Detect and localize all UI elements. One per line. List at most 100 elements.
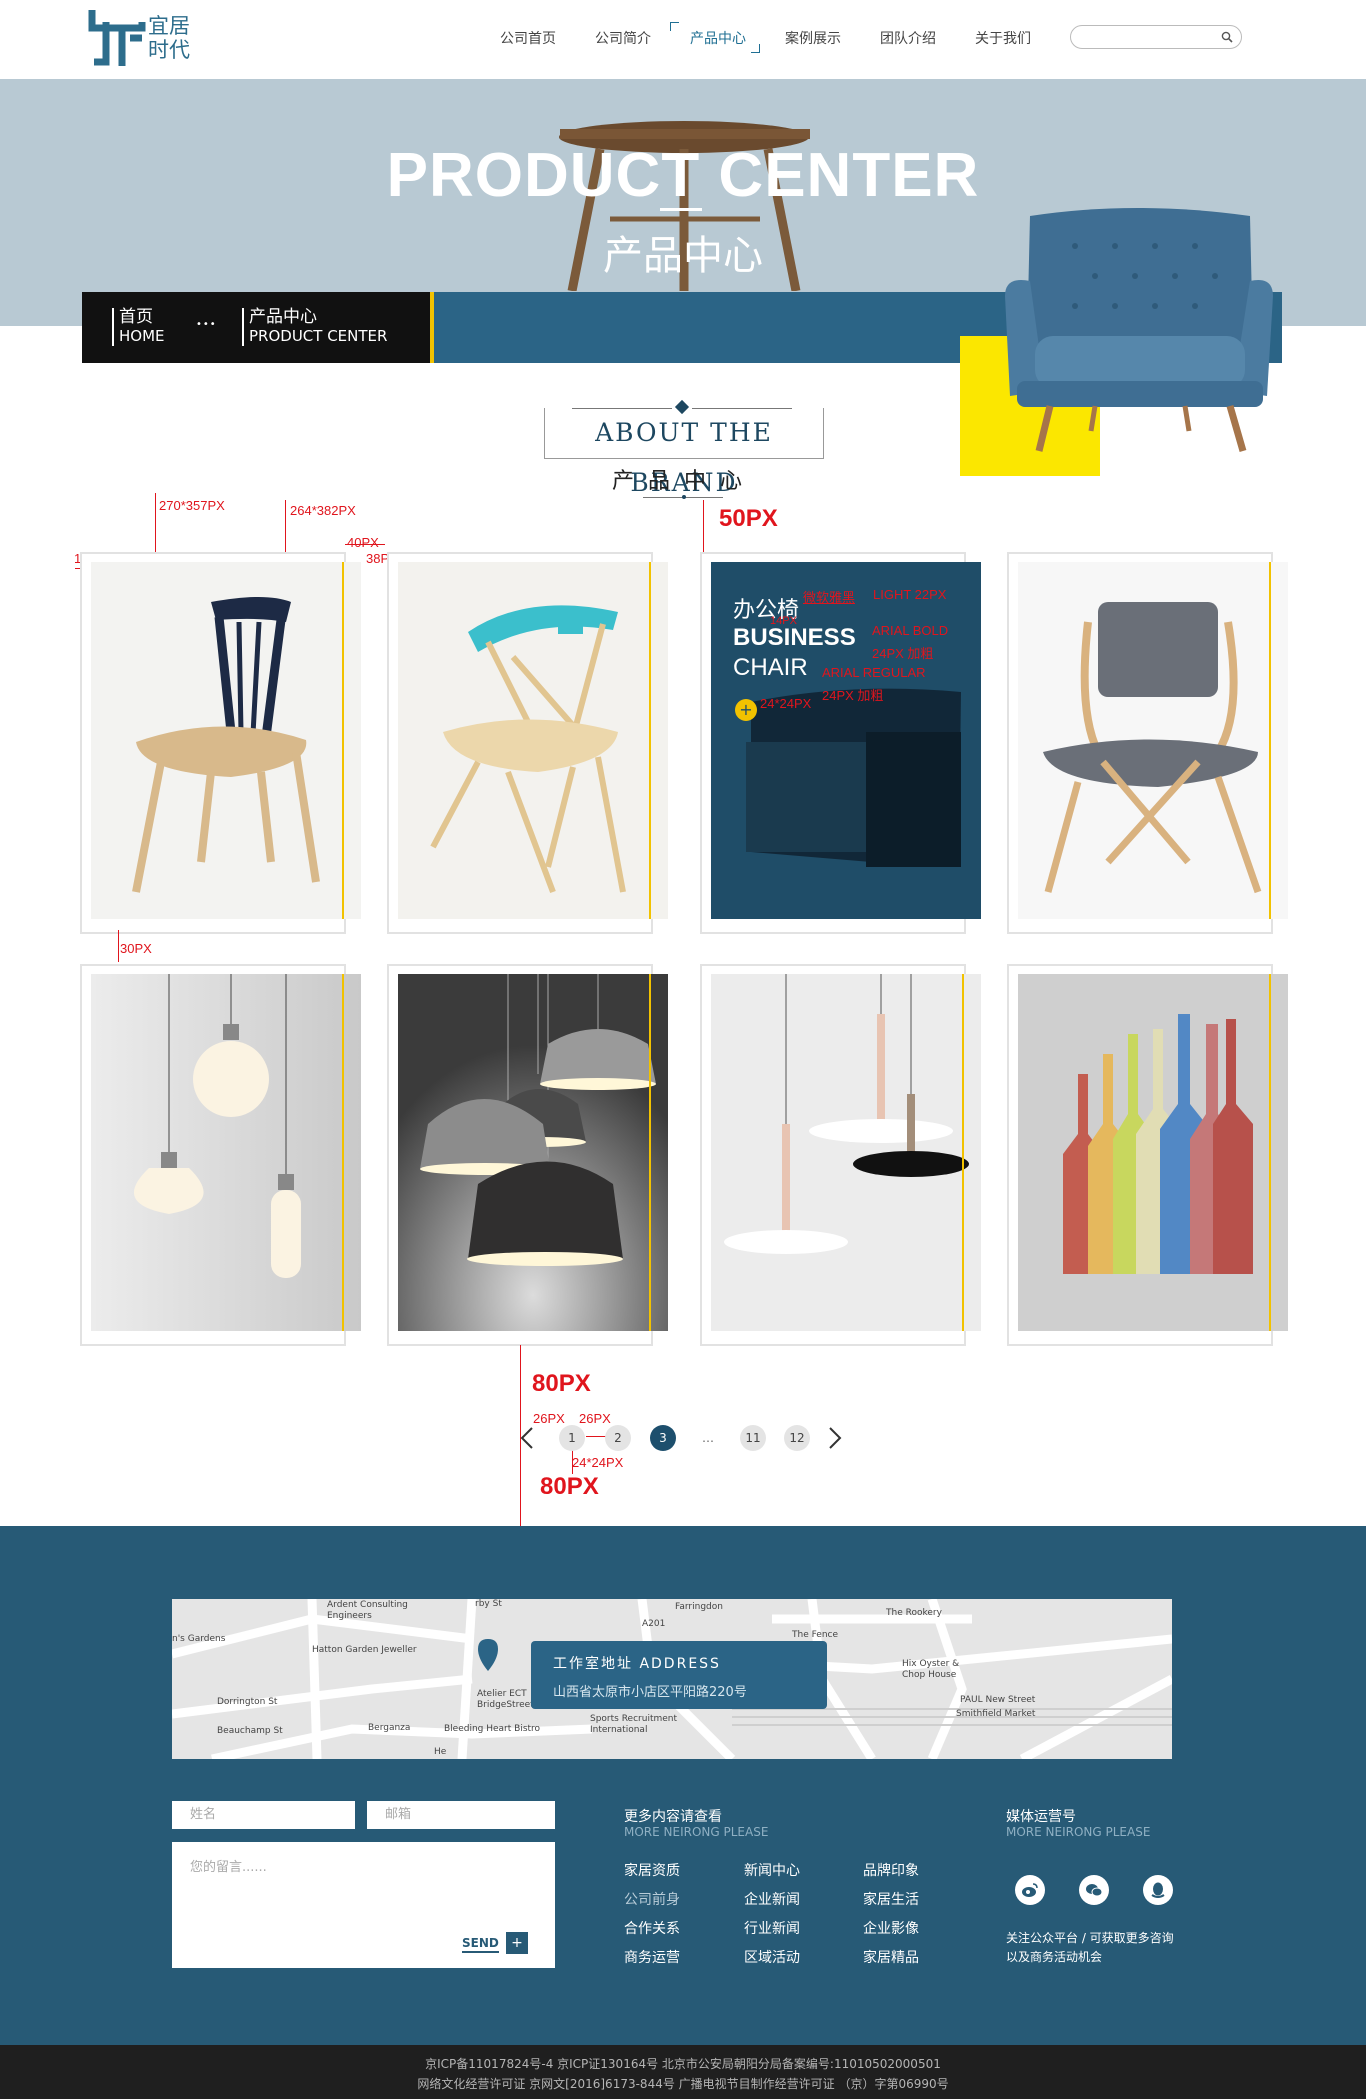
product-image[interactable] <box>711 974 981 1331</box>
page-button-1[interactable]: 1 <box>559 1425 585 1451</box>
map-label: Bleeding Heart Bistro <box>444 1724 541 1734</box>
product-image[interactable] <box>1018 562 1288 919</box>
page-button-2[interactable]: 2 <box>605 1425 631 1451</box>
footer-link[interactable]: 家居精品 <box>863 1947 919 1976</box>
product-image[interactable] <box>398 562 668 919</box>
product-image[interactable] <box>91 562 361 919</box>
footer-link[interactable]: 商务运营 <box>624 1947 680 1976</box>
nav-home[interactable]: 公司首页 <box>500 28 556 48</box>
map-label: Beauchamp St <box>217 1726 283 1736</box>
map-label: Berganza <box>368 1723 411 1733</box>
links-column: 品牌印象 家居生活 企业影像 家居精品 <box>863 1860 919 1976</box>
footer-link[interactable]: 区域活动 <box>744 1947 800 1976</box>
annotation-gap80b: 80PX <box>540 1473 599 1500</box>
map-label: Smithfield Market <box>956 1709 1036 1719</box>
annotation-pad26b: 26PX <box>579 1411 611 1426</box>
breadcrumb-home[interactable]: 首页 HOME <box>112 308 165 346</box>
map-label: The Fence <box>792 1630 839 1640</box>
chevron-right-icon[interactable] <box>827 1425 843 1451</box>
brand-box: ABOUT THE BRAND <box>544 408 824 497</box>
map-label: Hatton Garden Jeweller <box>312 1645 417 1655</box>
nav-contact[interactable]: 关于我们 <box>975 28 1031 48</box>
footer-link[interactable]: 企业影像 <box>863 1918 919 1947</box>
media-subtitle: MORE NEIRONG PLEASE <box>1006 1825 1151 1839</box>
copyright-line1: 京ICP备11017824号-4 京ICP证130164号 北京市公安局朝阳分局… <box>425 2057 941 2071</box>
product-image[interactable] <box>398 974 668 1331</box>
email-field[interactable]: 邮箱 <box>367 1801 555 1829</box>
chair-illustration <box>91 562 361 919</box>
nav-active-bracket-br <box>751 44 760 53</box>
pendant-lamps-illustration <box>91 974 361 1331</box>
map-label: Farringdon <box>675 1602 723 1612</box>
card-accent-line <box>342 974 344 1331</box>
map-label: Ardent Consulting Engineers <box>327 1600 408 1621</box>
annotation-pagesize: 24*24PX <box>572 1455 624 1470</box>
footer-link[interactable]: 公司前身 <box>624 1889 680 1918</box>
logo-line2: 时代 <box>148 38 190 62</box>
name-field[interactable]: 姓名 <box>172 1801 355 1829</box>
logo-text[interactable]: 宜居 时代 <box>148 14 208 62</box>
breadcrumb-current[interactable]: 产品中心 PRODUCT CENTER <box>242 308 387 346</box>
footer-link[interactable]: 品牌印象 <box>863 1860 919 1889</box>
footer-link[interactable]: 家居生活 <box>863 1889 919 1918</box>
media-note-line2: 以及商务活动机会 <box>1006 1950 1103 1964</box>
logo-icon[interactable] <box>88 8 146 68</box>
links-title: 更多内容请查看 <box>624 1809 722 1825</box>
media-note-line1: 关注公众平台 / 可获取更多咨询 <box>1006 1931 1174 1945</box>
footer-link[interactable]: 企业新闻 <box>744 1889 800 1918</box>
media-note: 关注公众平台 / 可获取更多咨询 以及商务活动机会 <box>1006 1929 1174 1967</box>
footer-link[interactable]: 行业新闻 <box>744 1918 800 1947</box>
annotation-margin40: 40PX <box>347 535 379 550</box>
address-card: 工作室地址 ADDRESS 山西省太原市小店区平阳路220号 <box>531 1641 827 1709</box>
annotation-line <box>118 930 119 962</box>
chair-illustration <box>398 562 668 919</box>
card-accent-line <box>1269 974 1271 1331</box>
links-column: 新闻中心 企业新闻 行业新闻 区域活动 <box>744 1860 800 1976</box>
banner-divider <box>660 208 702 211</box>
footer-link[interactable]: 合作关系 <box>624 1918 680 1947</box>
search-input[interactable] <box>1070 25 1242 49</box>
disc-lamps-illustration <box>711 974 981 1331</box>
page-button-11[interactable]: 11 <box>740 1425 766 1451</box>
nav-team[interactable]: 团队介绍 <box>880 28 936 48</box>
annotation-font1b: LIGHT 22PX <box>873 587 947 602</box>
wechat-icon[interactable] <box>1079 1875 1109 1905</box>
media-title: 媒体运营号 <box>1006 1809 1076 1825</box>
nav-active-bracket-tl <box>670 22 679 31</box>
annotation-size1: 270*357PX <box>159 498 225 513</box>
footer-link[interactable]: 新闻中心 <box>744 1860 800 1889</box>
annotation-line <box>703 500 704 552</box>
annotation-size2: 264*382PX <box>290 503 356 518</box>
qq-icon[interactable] <box>1143 1875 1173 1905</box>
message-field[interactable]: 您的留言...... SEND + <box>172 1842 555 1968</box>
featured-en-line2: CHAIR <box>733 654 808 681</box>
page-ellipsis: … <box>702 1431 714 1445</box>
nav-about[interactable]: 公司简介 <box>595 28 651 48</box>
breadcrumb-separator: ••• <box>196 319 217 330</box>
page-button-12[interactable]: 12 <box>784 1425 810 1451</box>
site-header: 宜居 时代 公司首页 公司简介 产品中心 案例展示 团队介绍 关于我们 <box>0 0 1366 79</box>
footer-link[interactable]: 家居资质 <box>624 1860 680 1889</box>
chevron-left-icon[interactable] <box>519 1425 535 1451</box>
links-column: 家居资质 公司前身 合作关系 商务运营 <box>624 1860 680 1976</box>
product-image[interactable] <box>91 974 361 1331</box>
section-dot <box>682 495 686 499</box>
logo-line1: 宜居 <box>148 14 190 38</box>
page-button-current[interactable]: 3 <box>650 1425 676 1451</box>
card-accent-line <box>342 562 344 919</box>
product-image[interactable]: 办公椅 BUSINESS CHAIR + <box>711 562 981 919</box>
copyright-line2: 网络文化经营许可证 京网文[2016]6173-844号 广播电视节目制作经营许… <box>417 2077 949 2091</box>
nav-products[interactable]: 产品中心 <box>690 28 746 48</box>
nav-cases[interactable]: 案例展示 <box>785 28 841 48</box>
card-accent-line <box>649 974 651 1331</box>
card-accent-line <box>1269 562 1271 919</box>
breadcrumb-current-cn: 产品中心 <box>249 307 317 327</box>
annotation-button-size: 24*24PX <box>760 696 812 711</box>
map-label: Atelier ECT BridgeStreet <box>477 1689 534 1710</box>
weibo-icon[interactable] <box>1015 1875 1045 1905</box>
product-image[interactable] <box>1018 974 1288 1331</box>
featured-plus-button[interactable]: + <box>735 699 757 721</box>
search-icon[interactable] <box>1221 31 1233 43</box>
send-plus-icon: + <box>506 1932 528 1954</box>
card-accent-line <box>649 562 651 919</box>
